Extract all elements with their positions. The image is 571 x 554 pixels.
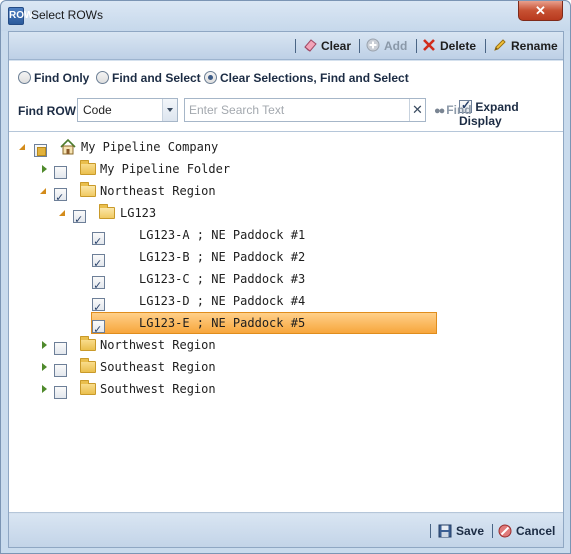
toolbar-separator xyxy=(485,39,486,53)
toolbar: Clear Add Delete Rename xyxy=(9,32,563,60)
search-options-panel: Find Only Find and Select Clear Selectio… xyxy=(9,61,563,131)
clear-button[interactable]: Clear xyxy=(303,38,351,54)
collapse-arrow-icon[interactable] xyxy=(42,363,47,371)
search-field-dropdown[interactable]: Code xyxy=(77,98,178,122)
floppy-disk-icon xyxy=(438,524,452,538)
app-icon: ROW xyxy=(8,7,33,25)
search-input[interactable] xyxy=(187,101,405,119)
red-x-icon xyxy=(422,38,436,52)
cancel-circle-icon xyxy=(498,524,512,538)
delete-button[interactable]: Delete xyxy=(422,38,476,54)
footer-separator xyxy=(492,524,493,538)
save-label: Save xyxy=(456,524,485,538)
collapse-arrow-icon[interactable] xyxy=(42,385,47,393)
save-button[interactable]: Save xyxy=(438,523,484,539)
toolbar-separator xyxy=(359,39,360,53)
tree-checkbox[interactable] xyxy=(54,382,67,404)
row-tree: My Pipeline Company My Pipeline Folder N… xyxy=(9,131,563,513)
tree-node-label: My Pipeline Folder xyxy=(100,162,231,176)
add-label: Add xyxy=(384,39,408,53)
tree-node-label: Southeast Region xyxy=(100,360,216,374)
tree-node-label: LG123-A ; NE Paddock #1 xyxy=(139,228,306,242)
expand-arrow-icon[interactable] xyxy=(59,210,65,216)
expand-arrow-icon[interactable] xyxy=(40,188,46,194)
collapse-arrow-icon[interactable] xyxy=(42,165,47,173)
folder-open-icon xyxy=(99,204,115,219)
tree-node-label: LG123-B ; NE Paddock #2 xyxy=(139,250,306,264)
tree-node-label: Southwest Region xyxy=(100,382,216,396)
house-icon xyxy=(60,138,76,155)
folder-open-icon xyxy=(80,182,96,197)
tree-node-label: Northwest Region xyxy=(100,338,216,352)
folder-icon xyxy=(80,160,96,175)
window-title: Select ROWs xyxy=(31,8,104,22)
dialog-body: Clear Add Delete Rename Find Only Find a… xyxy=(8,31,564,548)
plus-circle-icon xyxy=(366,38,380,52)
title-bar: ROW Select ROWs ✕ xyxy=(1,1,570,31)
folder-icon xyxy=(80,380,96,395)
toolbar-separator xyxy=(416,39,417,53)
tree-node-label: LG123 xyxy=(120,206,157,220)
tree-node-label: LG123-E ; NE Paddock #5 xyxy=(139,316,306,330)
toolbar-separator xyxy=(295,39,296,53)
cancel-button[interactable]: Cancel xyxy=(498,523,555,539)
expand-arrow-icon[interactable] xyxy=(19,144,25,150)
radio-label: Clear Selections, Find and Select xyxy=(220,71,409,85)
radio-label: Find Only xyxy=(34,71,90,85)
search-box: ✕ xyxy=(184,98,426,122)
clear-label: Clear xyxy=(321,39,352,53)
rename-label: Rename xyxy=(511,39,558,53)
dialog-footer: Save Cancel xyxy=(9,514,563,547)
radio-button-selected[interactable] xyxy=(204,71,217,84)
radio-find-only[interactable]: Find Only xyxy=(18,70,89,86)
tree-node-row[interactable]: LG123-D ; NE Paddock #4 xyxy=(9,290,429,318)
tree-node-southeast-region[interactable]: Southeast Region xyxy=(9,356,309,378)
tree-node-folder[interactable]: My Pipeline Folder xyxy=(9,158,309,180)
clear-search-icon[interactable]: ✕ xyxy=(409,99,425,121)
delete-label: Delete xyxy=(440,39,477,53)
tree-node-southwest-region[interactable]: Southwest Region xyxy=(9,378,309,400)
tree-node-label: LG123-C ; NE Paddock #3 xyxy=(139,272,306,286)
tree-node-label: LG123-D ; NE Paddock #4 xyxy=(139,294,306,308)
radio-label: Find and Select xyxy=(112,71,201,85)
chevron-down-icon[interactable] xyxy=(162,99,177,121)
tree-node-northwest-region[interactable]: Northwest Region xyxy=(9,334,309,356)
radio-find-and-select[interactable]: Find and Select xyxy=(96,70,201,86)
tree-node-label: My Pipeline Company xyxy=(81,140,219,154)
binoculars-icon: ●● xyxy=(434,105,445,117)
find-row-label: Find ROW xyxy=(18,104,76,118)
tree-node-label: Northeast Region xyxy=(100,184,216,198)
collapse-arrow-icon[interactable] xyxy=(42,341,47,349)
tree-node-northeast-region[interactable]: Northeast Region xyxy=(9,180,309,208)
radio-button[interactable] xyxy=(18,71,31,84)
cancel-label: Cancel xyxy=(516,524,556,538)
tree-node-row[interactable]: LG123-B ; NE Paddock #2 xyxy=(9,246,429,274)
eraser-icon xyxy=(303,38,317,52)
tree-node-root[interactable]: My Pipeline Company xyxy=(9,136,309,158)
select-rows-dialog: ROW Select ROWs ✕ Clear Add Delete Renam… xyxy=(0,0,571,554)
pencil-icon xyxy=(493,38,507,52)
tree-node-row-selected[interactable]: LG123-E ; NE Paddock #5 xyxy=(9,312,429,340)
radio-clear-find-select[interactable]: Clear Selections, Find and Select xyxy=(204,70,409,86)
expand-display-checkbox[interactable]: Expand Display xyxy=(459,98,563,128)
folder-icon xyxy=(80,358,96,373)
rename-button[interactable]: Rename xyxy=(493,38,558,54)
dropdown-value: Code xyxy=(83,103,112,117)
find-label: Find xyxy=(446,103,472,117)
footer-separator xyxy=(430,524,431,538)
tree-node-row[interactable]: LG123-A ; NE Paddock #1 xyxy=(9,224,429,252)
find-button[interactable]: ●● Find xyxy=(434,103,472,117)
add-button[interactable]: Add xyxy=(366,38,407,54)
folder-icon xyxy=(80,336,96,351)
tree-node-lg123[interactable]: LG123 xyxy=(9,202,309,230)
radio-button[interactable] xyxy=(96,71,109,84)
close-button[interactable]: ✕ xyxy=(518,1,563,21)
tree-node-row[interactable]: LG123-C ; NE Paddock #3 xyxy=(9,268,429,296)
